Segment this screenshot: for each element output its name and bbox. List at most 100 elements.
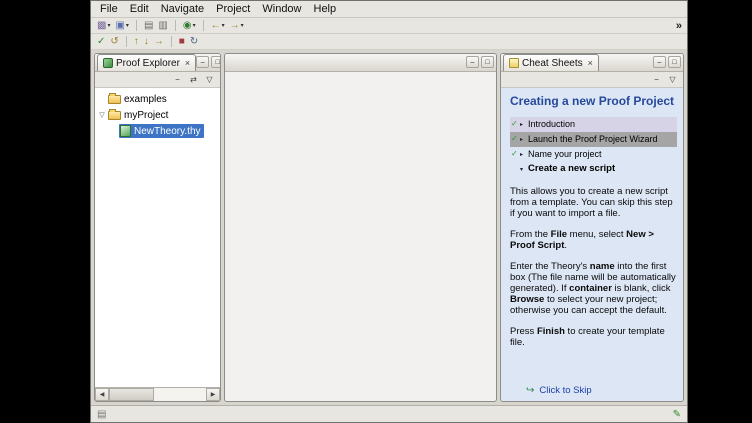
- tree-item-examples[interactable]: examples: [95, 91, 220, 107]
- step-launch-the-proof-project-wizard[interactable]: ✓▸Launch the Proof Project Wizard: [510, 132, 677, 147]
- maximize-icon[interactable]: □: [668, 56, 681, 68]
- back-button[interactable]: ←▾: [209, 19, 227, 33]
- minimize-icon[interactable]: –: [196, 56, 209, 68]
- dropdown-arrow-icon: ▾: [241, 22, 244, 29]
- close-icon[interactable]: ×: [588, 58, 593, 68]
- folder-icon: [108, 95, 121, 104]
- menu-window[interactable]: Window: [256, 2, 307, 16]
- undo-step-button[interactable]: ↺: [108, 35, 120, 49]
- tree-item-myproject[interactable]: ▽ myProject: [95, 107, 220, 123]
- dropdown-arrow-icon: ▾: [107, 22, 110, 29]
- step-label: Name your project: [528, 149, 676, 159]
- menu-edit[interactable]: Edit: [124, 2, 155, 16]
- scroll-left-icon[interactable]: ◀: [95, 388, 109, 401]
- view-header-buttons: – □: [653, 56, 681, 68]
- step-create-a-new-script[interactable]: ▾Create a new script: [510, 162, 677, 177]
- step-label: Introduction: [528, 119, 676, 129]
- toolbar-separator: [136, 20, 137, 31]
- theory-icon: [120, 125, 131, 137]
- maximize-icon[interactable]: □: [481, 56, 494, 68]
- arrow-icon: ▾: [520, 164, 528, 175]
- close-icon[interactable]: ×: [185, 58, 190, 68]
- view-header-buttons: – □: [196, 56, 221, 68]
- collapse-all-button[interactable]: −: [171, 73, 184, 86]
- save-all-button[interactable]: ▤: [142, 19, 155, 33]
- cheat-sheet-paragraph: Press Finish to create your template fil…: [510, 326, 677, 348]
- print-button[interactable]: ▥: [156, 19, 169, 33]
- proof-explorer-header: Proof Explorer × – □: [95, 54, 220, 72]
- scrollbar-track[interactable]: [109, 388, 206, 401]
- print-icon: ▥: [158, 21, 167, 31]
- tree-item-inner: myProject: [107, 109, 171, 122]
- cheat-sheet-content: Creating a new Proof Project ✓▸Introduct…: [501, 88, 683, 401]
- menu-project[interactable]: Project: [210, 2, 256, 16]
- tree-item-inner: NewTheory.thy: [119, 124, 204, 138]
- status-bar: ▤ ✎: [91, 405, 687, 422]
- step-forward-button[interactable]: ↓: [142, 35, 151, 49]
- dropdown-arrow-icon: ▾: [126, 22, 129, 29]
- restart-icon: ↻: [190, 37, 198, 47]
- toolbar-separator: [126, 36, 127, 47]
- collapse-all-button[interactable]: −: [650, 73, 663, 86]
- minimize-icon[interactable]: –: [653, 56, 666, 68]
- view-header-buttons: – □: [466, 56, 494, 68]
- editor-header: – □: [225, 54, 496, 72]
- skip-label: Click to Skip: [539, 385, 591, 396]
- link-editor-button[interactable]: ⇄: [187, 73, 200, 86]
- goto-button[interactable]: →: [152, 35, 166, 49]
- dropdown-arrow-icon: ▾: [193, 22, 196, 29]
- arrow-icon: ▸: [520, 149, 528, 160]
- cheat-sheets-view: Cheat Sheets × – □ −▽ Creating a new Pro…: [500, 53, 684, 402]
- toolbar-separator: [171, 36, 172, 47]
- menu-help[interactable]: Help: [308, 2, 343, 16]
- expander-icon[interactable]: ▽: [97, 111, 107, 119]
- run-button[interactable]: ◉▾: [181, 19, 198, 33]
- maximize-icon[interactable]: □: [211, 56, 221, 68]
- menu-bar: FileEditNavigateProjectWindowHelp: [91, 1, 687, 18]
- scrollbar-thumb[interactable]: [109, 388, 154, 401]
- forward-button[interactable]: →▾: [228, 19, 246, 33]
- cheat-sheets-header: Cheat Sheets × – □: [501, 54, 683, 72]
- arrow-icon: ▸: [520, 119, 528, 130]
- skip-link[interactable]: ↪ Click to Skip: [510, 385, 677, 396]
- tree-item-label: NewTheory.thy: [134, 126, 201, 137]
- eclipse-window: FileEditNavigateProjectWindowHelp ▩▾▣▾▤▥…: [90, 0, 688, 423]
- check-step-button[interactable]: ✓: [95, 35, 107, 49]
- stop-button[interactable]: ■: [177, 35, 187, 49]
- step-back-button[interactable]: ↑: [132, 35, 141, 49]
- tree-item-label: examples: [124, 94, 167, 105]
- minimize-icon[interactable]: –: [466, 56, 479, 68]
- step-back-icon: ↑: [134, 37, 139, 47]
- new-wizard-button[interactable]: ▩▾: [95, 19, 112, 33]
- step-introduction[interactable]: ✓▸Introduction: [510, 117, 677, 132]
- step-name-your-project[interactable]: ✓▸Name your project: [510, 147, 677, 162]
- tab-cheat-sheets[interactable]: Cheat Sheets ×: [503, 54, 599, 71]
- editor-area: – □: [224, 53, 497, 402]
- check-icon: ✓: [511, 134, 520, 144]
- editor-body[interactable]: [225, 72, 496, 401]
- view-menu-button[interactable]: ▽: [203, 73, 216, 86]
- toolbar-separator: [175, 20, 176, 31]
- view-menu-button[interactable]: ▽: [666, 73, 679, 86]
- cheat-sheet-body: This allows you to create a new script f…: [510, 186, 677, 358]
- proof-explorer-toolbar: −⇄▽: [95, 72, 220, 88]
- horizontal-scrollbar[interactable]: ◀ ▶: [95, 387, 220, 401]
- scroll-right-icon[interactable]: ▶: [206, 388, 220, 401]
- restart-button[interactable]: ↻: [188, 35, 200, 49]
- cheat-sheet-steps: ✓▸Introduction✓▸Launch the Proof Project…: [510, 117, 677, 177]
- check-icon: ✓: [511, 149, 520, 159]
- project-tree: examples ▽ myProject NewTheory.thy: [95, 88, 220, 387]
- menu-navigate[interactable]: Navigate: [155, 2, 210, 16]
- tree-item-label: myProject: [124, 110, 168, 121]
- toolbar-overflow-chevron[interactable]: »: [676, 20, 683, 32]
- menu-file[interactable]: File: [94, 2, 124, 16]
- tab-label: Proof Explorer: [116, 58, 180, 69]
- tab-proof-explorer[interactable]: Proof Explorer ×: [97, 54, 196, 71]
- tree-item-newtheory-thy[interactable]: NewTheory.thy: [95, 123, 220, 139]
- toolbar-separator: [203, 20, 204, 31]
- cheat-sheets-icon: [509, 58, 519, 68]
- save-icon: ▣: [115, 21, 124, 31]
- check-icon: ✓: [511, 119, 520, 129]
- tree-item-inner: examples: [107, 93, 170, 106]
- save-button[interactable]: ▣▾: [113, 19, 130, 33]
